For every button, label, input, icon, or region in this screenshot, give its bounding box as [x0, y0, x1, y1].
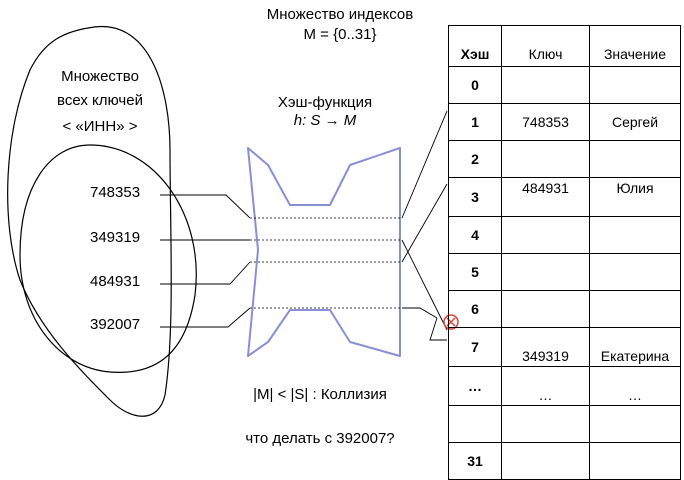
key-set-label-line1: Множество: [61, 68, 139, 85]
row-value: [589, 405, 681, 443]
row-value: Сергей: [589, 103, 681, 141]
key-item: 392007: [90, 316, 141, 333]
header-key: Ключ: [501, 25, 590, 67]
row-hash: [448, 405, 502, 443]
row-hash: 0: [448, 66, 502, 104]
table-row: [448, 405, 681, 443]
row-key: 748353: [501, 103, 590, 141]
row-key: [501, 140, 590, 178]
row-hash: 7: [448, 327, 502, 367]
collision-question: что делать с 392007?: [245, 430, 395, 447]
row-hash: 5: [448, 253, 502, 291]
row-key: …: [501, 366, 590, 406]
hash-function-signature: h: S → M: [293, 112, 357, 129]
row-hash: 6: [448, 290, 502, 328]
row-value: Екатерина: [589, 327, 681, 367]
table-row: 4: [448, 216, 681, 254]
row-hash: 2: [448, 140, 502, 178]
row-key: [501, 405, 590, 443]
arrow-to-row-1: [401, 110, 448, 219]
key-line-748353: [160, 194, 251, 219]
key-item: 484931: [90, 273, 141, 290]
row-value: [589, 140, 681, 178]
index-set-title: Множество индексов: [266, 6, 414, 23]
arrow-to-row-3: [401, 183, 448, 263]
row-value: [589, 216, 681, 254]
row-hash: …: [448, 366, 502, 406]
table-row: 6: [448, 290, 681, 328]
collision-line: [402, 307, 438, 319]
key-set-label-line3: < «ИНН» >: [62, 118, 138, 135]
table-row: 0: [448, 66, 681, 104]
hash-function-shape: [247, 147, 401, 357]
table-row: 3 484931 Юлия: [448, 177, 681, 217]
table-row: 7 349319 Екатерина: [448, 327, 681, 367]
table-row: 5: [448, 253, 681, 291]
row-hash: 4: [448, 216, 502, 254]
row-key: [501, 290, 590, 328]
row-hash: 1: [448, 103, 502, 141]
row-key: 349319: [501, 327, 590, 367]
table-row: 31: [448, 442, 681, 480]
row-key: [501, 66, 590, 104]
arrow-to-row-7: [401, 239, 448, 331]
header-value: Значение: [589, 25, 681, 67]
table-header-row: Хэш Ключ Значение: [448, 25, 681, 67]
row-value: [589, 290, 681, 328]
row-key: [501, 442, 590, 480]
table-row: … … …: [448, 366, 681, 406]
row-value: …: [589, 366, 681, 406]
row-value: [589, 442, 681, 480]
table-row: 2: [448, 140, 681, 178]
hash-function-title: Хэш-функция: [277, 94, 373, 111]
row-key: [501, 216, 590, 254]
hash-table: Хэш Ключ Значение 0 1 748353 Сергей 2 3 …: [448, 25, 681, 480]
row-hash: 3: [448, 177, 502, 217]
row-key: [501, 253, 590, 291]
row-value: [589, 253, 681, 291]
index-set-range: M = {0..31}: [303, 26, 377, 43]
row-hash: 31: [448, 442, 502, 480]
key-item: 349319: [90, 229, 141, 246]
row-value: [589, 66, 681, 104]
key-set-label-line2: всех ключей: [57, 92, 143, 109]
row-key: 484931: [501, 177, 590, 217]
key-item: 748353: [90, 184, 141, 201]
key-line-392007: [160, 307, 251, 328]
row-value: Юлия: [589, 177, 681, 217]
collision-label: |M| < |S| : Коллизия: [253, 386, 387, 403]
table-row: 1 748353 Сергей: [448, 103, 681, 141]
key-line-484931: [160, 261, 251, 285]
header-hash: Хэш: [448, 25, 502, 67]
